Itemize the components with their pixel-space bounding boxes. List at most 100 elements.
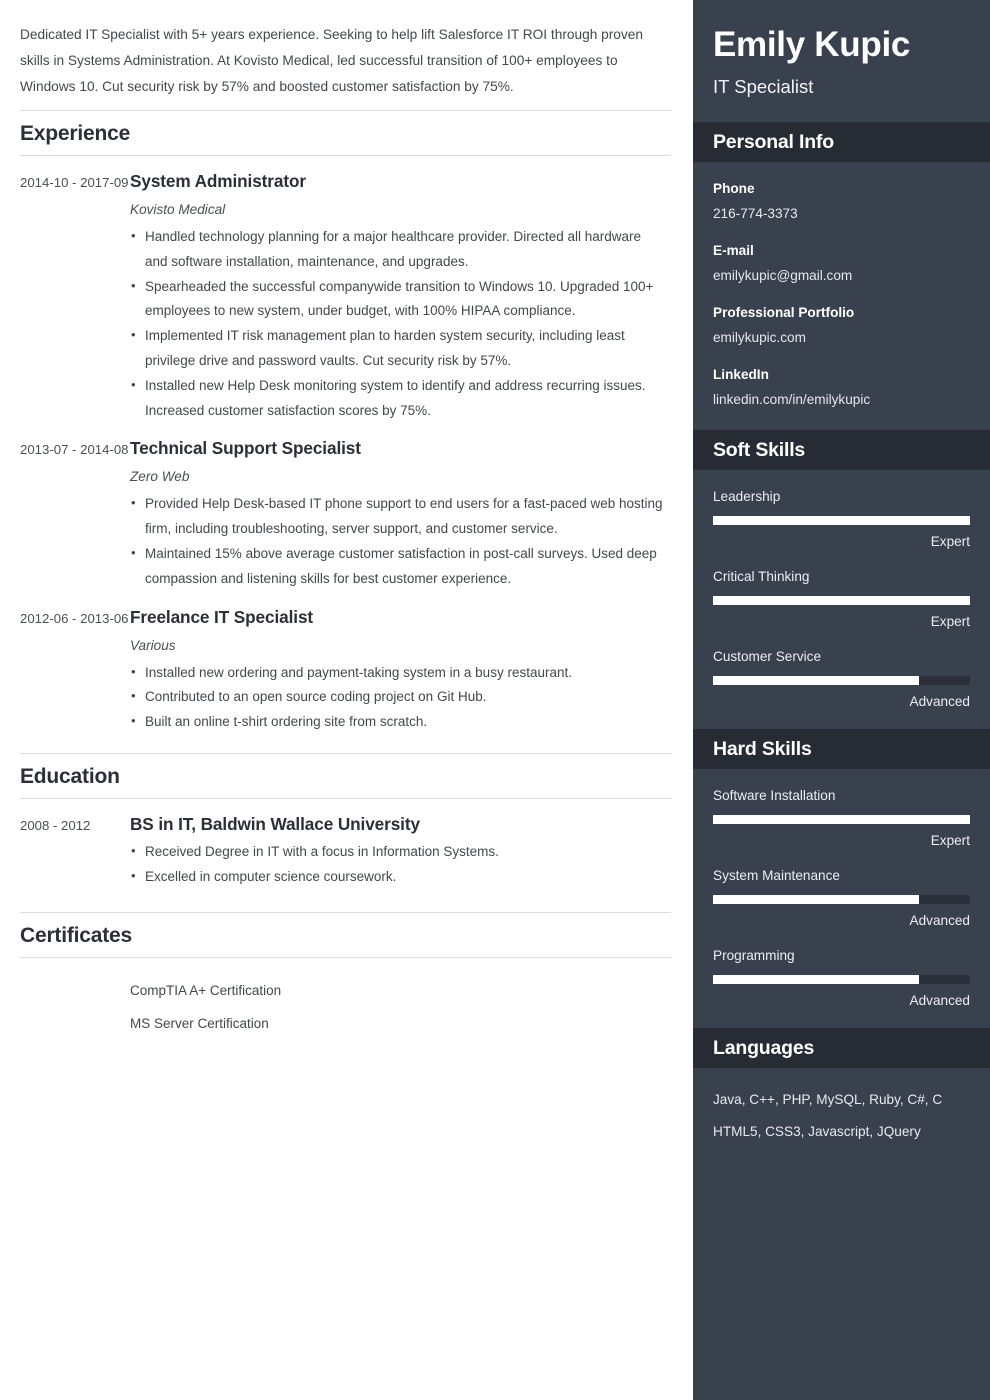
contact-item-email: E-mail emilykupic@gmail.com — [713, 240, 970, 288]
contact-label: Professional Portfolio — [713, 305, 855, 320]
list-item: Installed new ordering and payment-takin… — [130, 660, 667, 686]
skill-bar-track — [713, 516, 970, 525]
professional-summary: Dedicated IT Specialist with 5+ years ex… — [20, 27, 643, 94]
skill-name: Critical Thinking — [713, 569, 810, 584]
skill-level: Expert — [930, 833, 970, 848]
list-item: MS Server Certification — [130, 1015, 269, 1031]
skill-item: System Maintenance Advanced — [713, 865, 970, 932]
entry-dates: 2008 - 2012 — [20, 817, 91, 833]
experience-entry: 2013-07 - 2014-08 Technical Support Spec… — [20, 423, 671, 591]
experience-title: Experience — [20, 122, 131, 145]
education-section-header: Education — [20, 752, 671, 799]
skill-level: Advanced — [909, 694, 970, 709]
skill-level: Advanced — [909, 913, 970, 928]
certificates-list: CompTIA A+ Certification MS Server Certi… — [20, 958, 671, 1040]
entry-job-title: Technical Support Specialist — [130, 438, 361, 459]
entry-body: Freelance IT Specialist Various Installe… — [130, 606, 671, 735]
hard-skills-body: Software Installation Expert System Main… — [693, 769, 990, 1028]
language-line: HTML5, CSS3, Javascript, JQuery — [713, 1124, 921, 1139]
entry-degree-title: BS in IT, Baldwin Wallace University — [130, 813, 420, 834]
languages-body: Java, C++, PHP, MySQL, Ruby, C#, C HTML5… — [693, 1068, 990, 1162]
certificate-spacer — [20, 974, 130, 1007]
sidebar: Emily Kupic IT Specialist Personal Info … — [693, 0, 990, 1400]
contact-value[interactable]: emilykupic.com — [713, 326, 970, 350]
contact-item-linkedin: LinkedIn linkedin.com/in/emilykupic — [713, 364, 970, 412]
skill-item: Programming Advanced — [713, 945, 970, 1012]
sidebar-identity: Emily Kupic IT Specialist — [693, 0, 990, 122]
languages-heading: Languages — [713, 1037, 815, 1059]
list-item: Built an online t-shirt ordering site fr… — [130, 709, 667, 735]
contact-item-portfolio: Professional Portfolio emilykupic.com — [713, 302, 970, 350]
contact-label: E-mail — [713, 243, 754, 258]
soft-skills-header: Soft Skills — [693, 430, 990, 470]
skill-item: Critical Thinking Expert — [713, 566, 970, 633]
entry-body: Technical Support Specialist Zero Web Pr… — [130, 437, 671, 591]
skill-level: Advanced — [909, 993, 970, 1008]
personal-info-body: Phone 216-774-3373 E-mail emilykupic@gma… — [693, 162, 990, 430]
entry-bullet-list: Installed new ordering and payment-takin… — [130, 660, 667, 735]
list-item: CompTIA A+ Certification — [130, 982, 282, 998]
skill-bar-fill — [713, 596, 970, 605]
entry-dates: 2013-07 - 2014-08 — [20, 442, 129, 458]
contact-value[interactable]: emilykupic@gmail.com — [713, 264, 970, 288]
language-line: Java, C++, PHP, MySQL, Ruby, C#, C — [713, 1092, 943, 1107]
experience-entry: 2012-06 - 2013-06 Freelance IT Specialis… — [20, 592, 671, 735]
certificates-title: Certificates — [20, 923, 132, 947]
education-entry: 2008 - 2012 BS in IT, Baldwin Wallace Un… — [20, 799, 671, 890]
skill-name: Customer Service — [713, 649, 822, 664]
personal-info-heading: Personal Info — [713, 131, 834, 153]
experience-section: Experience 2014-10 - 2017-09 System Admi… — [20, 110, 671, 735]
entry-bullet-list: Provided Help Desk-based IT phone suppor… — [130, 491, 667, 592]
skill-name: Programming — [713, 948, 795, 963]
list-item: Handled technology planning for a major … — [130, 224, 667, 275]
skill-bar-fill — [713, 815, 970, 824]
entry-job-title: Freelance IT Specialist — [130, 606, 314, 627]
skill-bar-fill — [713, 975, 919, 984]
certificates-section: Certificates CompTIA A+ Certification MS… — [20, 911, 671, 1040]
entry-body: System Administrator Kovisto Medical Han… — [130, 170, 671, 423]
list-item: Spearheaded the successful companywide t… — [130, 274, 667, 325]
contact-item-phone: Phone 216-774-3373 — [713, 178, 970, 226]
skill-bar-fill — [713, 895, 919, 904]
certificate-spacer — [20, 1007, 130, 1040]
skill-bar-track — [713, 895, 970, 904]
skill-level: Expert — [930, 614, 970, 629]
list-item: Contributed to an open source coding pro… — [130, 684, 667, 710]
contact-value: 216-774-3373 — [713, 206, 798, 221]
entry-bullet-list: Handled technology planning for a major … — [130, 224, 667, 424]
contact-label: LinkedIn — [713, 367, 769, 382]
skill-bar-track — [713, 676, 970, 685]
entry-bullet-list: Received Degree in IT with a focus in In… — [130, 839, 667, 890]
skill-name: System Maintenance — [713, 868, 840, 883]
list-item: Maintained 15% above average customer sa… — [130, 541, 667, 592]
resume-page: Dedicated IT Specialist with 5+ years ex… — [0, 0, 990, 1400]
education-section: Education 2008 - 2012 BS in IT, Baldwin … — [20, 752, 671, 890]
skill-bar-fill — [713, 516, 970, 525]
entry-company: Various — [130, 637, 176, 653]
entry-company: Zero Web — [130, 469, 190, 485]
contact-value[interactable]: linkedin.com/in/emilykupic — [713, 388, 970, 412]
contact-label: Phone — [713, 181, 755, 196]
skill-item: Leadership Expert — [713, 486, 970, 553]
education-title: Education — [20, 764, 120, 788]
soft-skills-body: Leadership Expert Critical Thinking Expe… — [693, 470, 990, 729]
skill-level: Expert — [930, 534, 970, 549]
list-item: Implemented IT risk management plan to h… — [130, 323, 667, 374]
skill-name: Leadership — [713, 489, 781, 504]
skill-item: Customer Service Advanced — [713, 646, 970, 713]
languages-header: Languages — [693, 1028, 990, 1068]
hard-skills-heading: Hard Skills — [713, 738, 812, 760]
list-item: Installed new Help Desk monitoring syste… — [130, 373, 667, 424]
experience-section-header: Experience — [20, 110, 671, 156]
skill-name: Software Installation — [713, 788, 836, 803]
entry-company: Kovisto Medical — [130, 202, 226, 217]
entry-dates: 2014-10 - 2017-09 — [20, 175, 129, 190]
certificates-section-header: Certificates — [20, 911, 671, 958]
entry-job-title: System Administrator — [130, 171, 306, 191]
certificate-row: MS Server Certification — [20, 1007, 671, 1040]
skill-bar-track — [713, 596, 970, 605]
certificate-row: CompTIA A+ Certification — [20, 974, 671, 1007]
entry-dates: 2012-06 - 2013-06 — [20, 610, 129, 626]
list-item: Provided Help Desk-based IT phone suppor… — [130, 491, 667, 542]
list-item: Excelled in computer science coursework. — [130, 864, 667, 890]
